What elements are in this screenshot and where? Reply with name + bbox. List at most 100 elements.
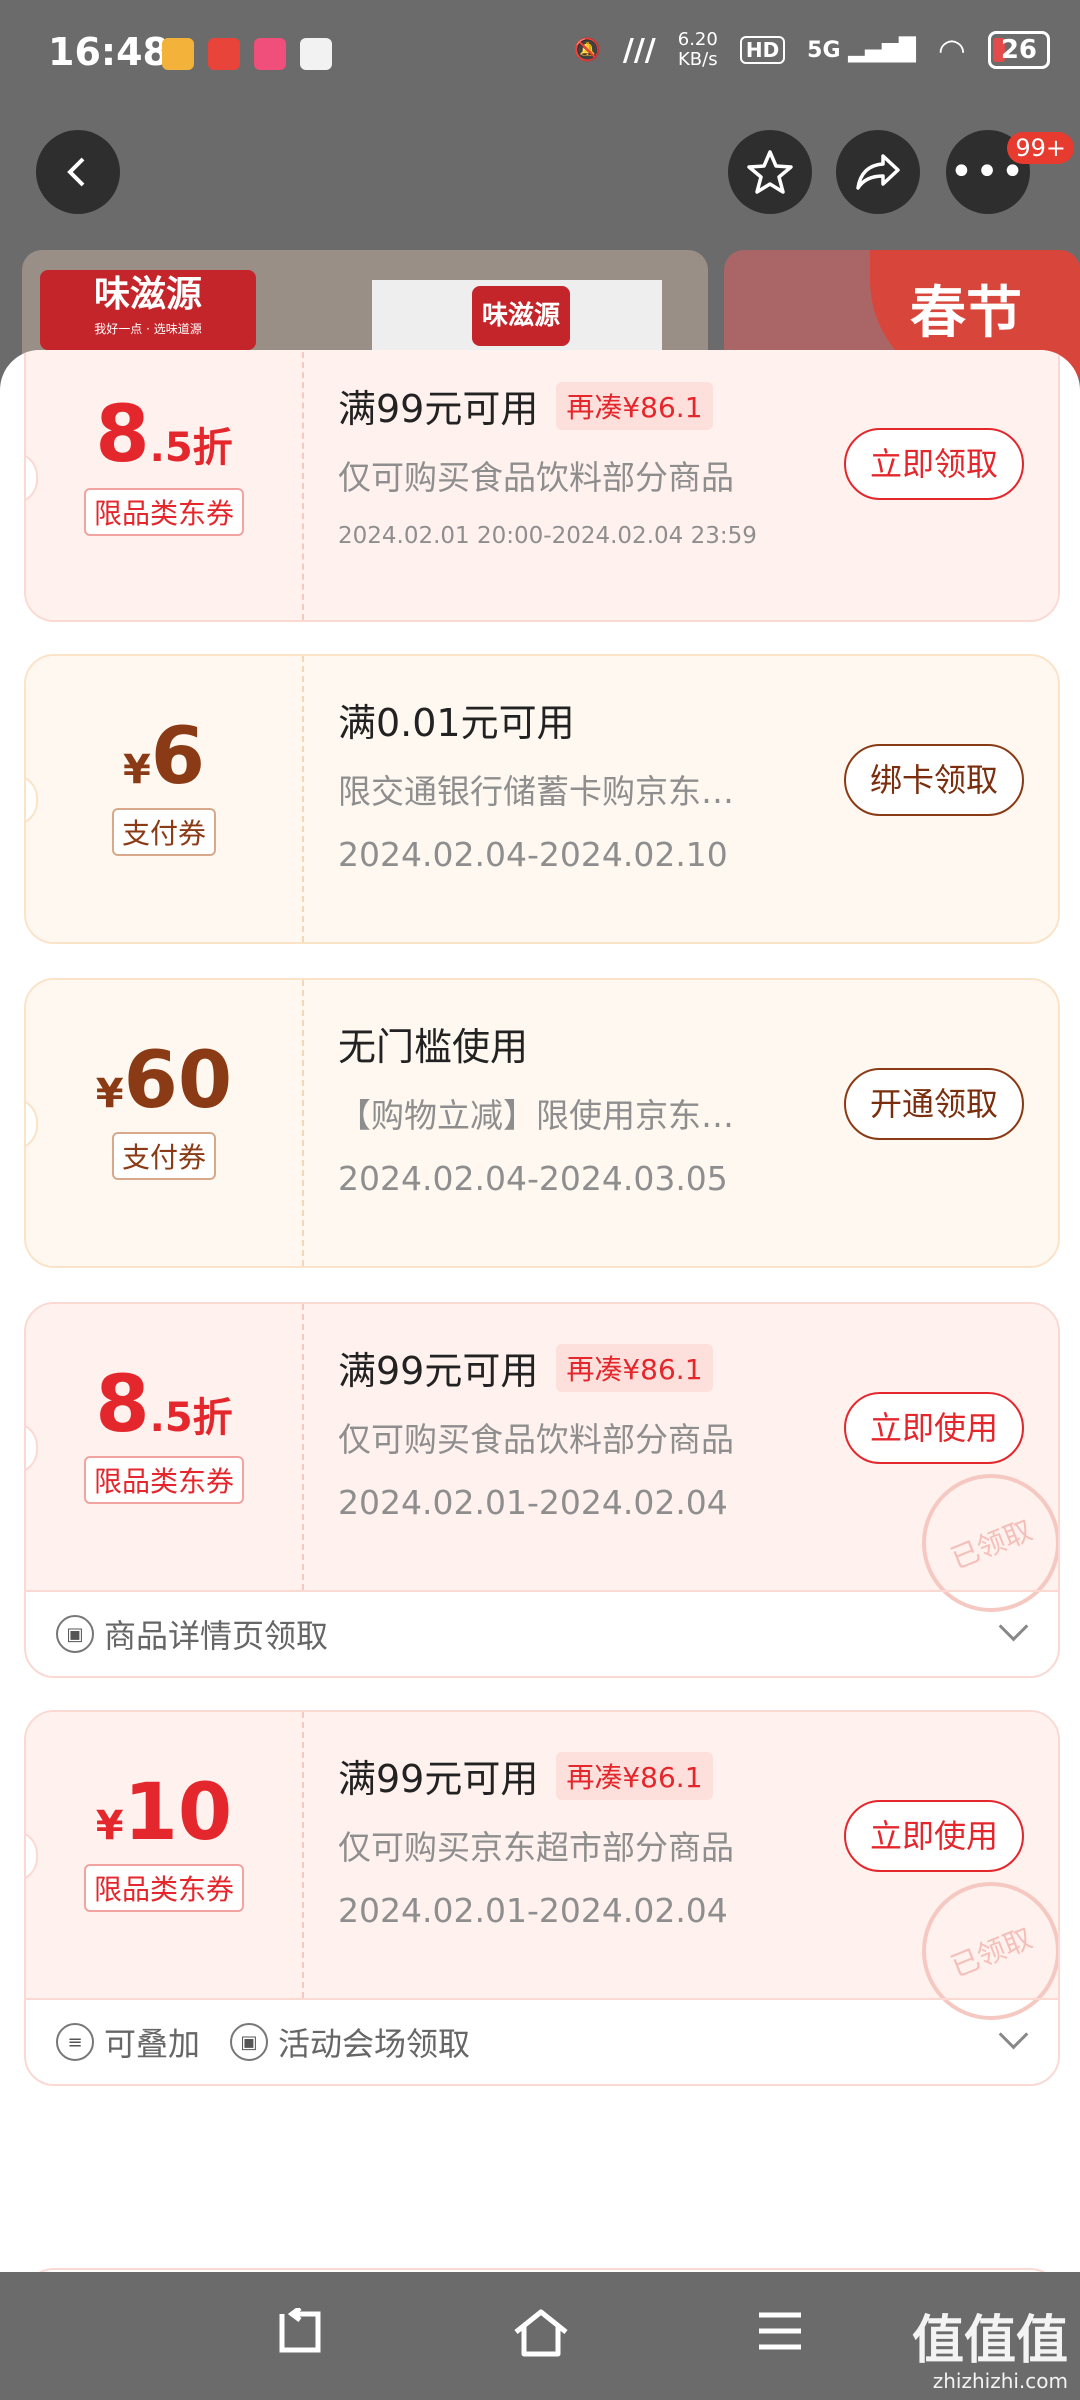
coupon-type-tag: 支付券 [111,808,217,856]
chevron-down-icon[interactable] [998,2019,1029,2050]
coupon-card: ¥6 支付券 满0.01元可用 限交通银行储蓄卡购京东… 2024.02.04-… [24,654,1060,944]
amount-small: .5折 [149,425,233,471]
coupon-info: 满0.01元可用 限交通银行储蓄卡购京东… 2024.02.04-2024.02… [338,692,778,874]
coupon-footer[interactable]: ▣ 商品详情页领取 [26,1590,1058,1676]
back-button[interactable] [36,130,120,214]
coupon-type-tag: 支付券 [111,1132,217,1180]
nav-menu-button[interactable] [752,2308,808,2364]
activate-claim-button[interactable]: 开通领取 [843,1068,1024,1140]
footer-source: ▣ 活动会场领取 [230,2019,470,2065]
coupon-condition: 满99元可用 [338,1349,539,1393]
coupon-condition-row: 满99元可用 再凑¥86.1 [338,1748,778,1803]
notification-icons [162,38,332,70]
watermark-sub: zhizhizhi.com [932,2369,1068,2393]
coupon-main: ¥10 限品类东券 满99元可用 再凑¥86.1 仅可购买京东超市部分商品 20… [26,1712,1058,2041]
signal-strength-icon: /// [622,32,656,68]
coupon-validity: 2024.02.01-2024.02.04 [338,1483,728,1522]
mute-icon: 🔕 [573,37,601,63]
coupon-amount: ¥60 [26,1036,302,1126]
coupon-card: 8.5折 限品类东券 满99元可用 再凑¥86.1 仅可购买食品饮料部分商品 2… [24,350,1060,622]
chevron-down-icon[interactable] [998,1611,1029,1642]
coupon-validity: 2024.02.04-2024.02.10 [338,835,728,874]
coupon-value-area: 8.5折 限品类东券 [26,350,304,620]
coupon-condition-row: 满0.01元可用 [338,692,778,747]
brand-logo-text: 味滋源 [93,274,202,315]
status-right: 🔕 /// 6.20 KB/s HD 5G ▂▄▆█ ◠ 26 [573,30,1050,70]
currency-symbol: ¥ [122,747,151,793]
share-button[interactable] [836,130,920,214]
add-more-chip: 再凑¥86.1 [556,381,713,430]
coupon-condition: 满99元可用 [338,1757,539,1801]
battery-level: 26 [1000,35,1037,65]
ticket-icon: ▣ [230,2023,269,2061]
coupon-condition-row: 满99元可用 再凑¥86.1 [338,378,778,433]
coupon-description: 仅可购买京东超市部分商品 [338,1828,734,1867]
coupon-main: 8.5折 限品类东券 满99元可用 再凑¥86.1 仅可购买食品饮料部分商品 2… [26,1304,1058,1633]
amount-big: 60 [123,1036,233,1126]
use-now-button[interactable]: 立即使用 [843,1392,1024,1464]
coupon-amount: ¥10 [26,1768,302,1858]
star-icon [747,150,793,194]
coupon-info: 满99元可用 再凑¥86.1 仅可购买京东超市部分商品 2024.02.01-2… [338,1748,778,1930]
coupon-main: ¥6 支付券 满0.01元可用 限交通银行储蓄卡购京东… 2024.02.04-… [26,656,1058,942]
coupon-description: 仅可购买食品饮料部分商品 [338,458,734,497]
box-logo: 味滋源 [472,286,570,346]
coupon-card: ¥10 限品类东券 满99元可用 再凑¥86.1 仅可购买京东超市部分商品 20… [24,1710,1060,2086]
battery-icon: 26 [987,31,1050,69]
claim-button[interactable]: 立即领取 [843,428,1024,500]
coupon-amount: 8.5折 [26,1360,302,1450]
add-more-chip: 再凑¥86.1 [556,1343,713,1392]
hd-icon: HD [739,36,786,64]
footer-source: ▣ 商品详情页领取 [56,1611,328,1657]
nav-back-icon [279,2306,321,2353]
app-notification-icon [162,38,194,70]
watermark: 值值值 zhizhizhi.com [912,2298,1068,2393]
coupon-sheet: 优惠 8.5折 限品类东券 满99元可用 再凑¥86.1 仅可购买食品饮料部分商… [0,350,1080,2272]
nav-back-button[interactable] [272,2306,328,2364]
currency-symbol: ¥ [95,1803,124,1849]
bind-card-claim-button[interactable]: 绑卡领取 [843,744,1024,816]
app-notification-icon [208,38,240,70]
coupon-condition: 满99元可用 [338,387,539,431]
coupon-main: 8.5折 限品类东券 满99元可用 再凑¥86.1 仅可购买食品饮料部分商品 2… [26,350,1058,620]
coupon-condition: 无门槛使用 [338,1025,529,1069]
footer-stackable: ≡ 可叠加 [56,2019,200,2065]
amount-big: 8 [95,1360,150,1450]
coupon-description: 【购物立减】限使用京东… [338,1096,734,1135]
coupon-condition: 满0.01元可用 [338,701,575,745]
currency-symbol: ¥ [95,1071,124,1117]
back-arrow-icon [67,157,85,187]
stack-icon: ≡ [56,2023,94,2061]
coupon-amount: ¥6 [26,712,302,802]
wifi-icon: ◠ [937,31,966,69]
footer-stackable-label: 可叠加 [104,2025,201,2063]
amount-big: 6 [150,712,206,802]
use-now-button[interactable]: 立即使用 [843,1800,1024,1872]
coupon-type-tag: 限品类东券 [83,488,245,536]
watermark-main: 值值值 [911,2311,1068,2371]
coupon-value-area: ¥10 限品类东券 [26,1712,304,1998]
footer-source-label: 活动会场领取 [278,2025,471,2063]
coupon-amount: 8.5折 [26,390,302,480]
favorite-button[interactable] [728,130,812,214]
status-bar: 16:48 🔕 /// 6.20 KB/s HD 5G ▂▄▆█ ◠ 26 [0,0,1080,112]
app-notification-icon [300,38,332,70]
cellular-icon: 5G ▂▄▆█ [807,37,916,63]
nav-home-button[interactable] [512,2308,568,2364]
speed-value: 6.20 [677,29,718,50]
coupon-footer[interactable]: ≡ 可叠加 ▣ 活动会场领取 [26,1998,1058,2084]
network-type: 5G [807,37,841,63]
coupon-card: ¥60 支付券 无门槛使用 【购物立减】限使用京东… 2024.02.04-20… [24,978,1060,1268]
system-nav-bar: 值值值 zhizhizhi.com [0,2272,1080,2400]
coupon-description: 仅可购买食品饮料部分商品 [338,1420,734,1459]
product-topbar: ••• [0,130,1080,250]
coupon-value-area: ¥6 支付券 [26,656,304,942]
status-time: 16:48 [48,30,169,74]
network-speed: 6.20 KB/s [678,30,718,70]
coupon-value-area: ¥60 支付券 [26,980,304,1266]
coupon-condition-row: 满99元可用 再凑¥86.1 [338,1340,778,1395]
coupon-info: 满99元可用 再凑¥86.1 仅可购买食品饮料部分商品 2024.02.01-2… [338,1340,778,1522]
notification-badge: 99+ [1007,132,1074,164]
home-icon [514,2309,568,2357]
speed-unit: KB/s [677,49,718,70]
